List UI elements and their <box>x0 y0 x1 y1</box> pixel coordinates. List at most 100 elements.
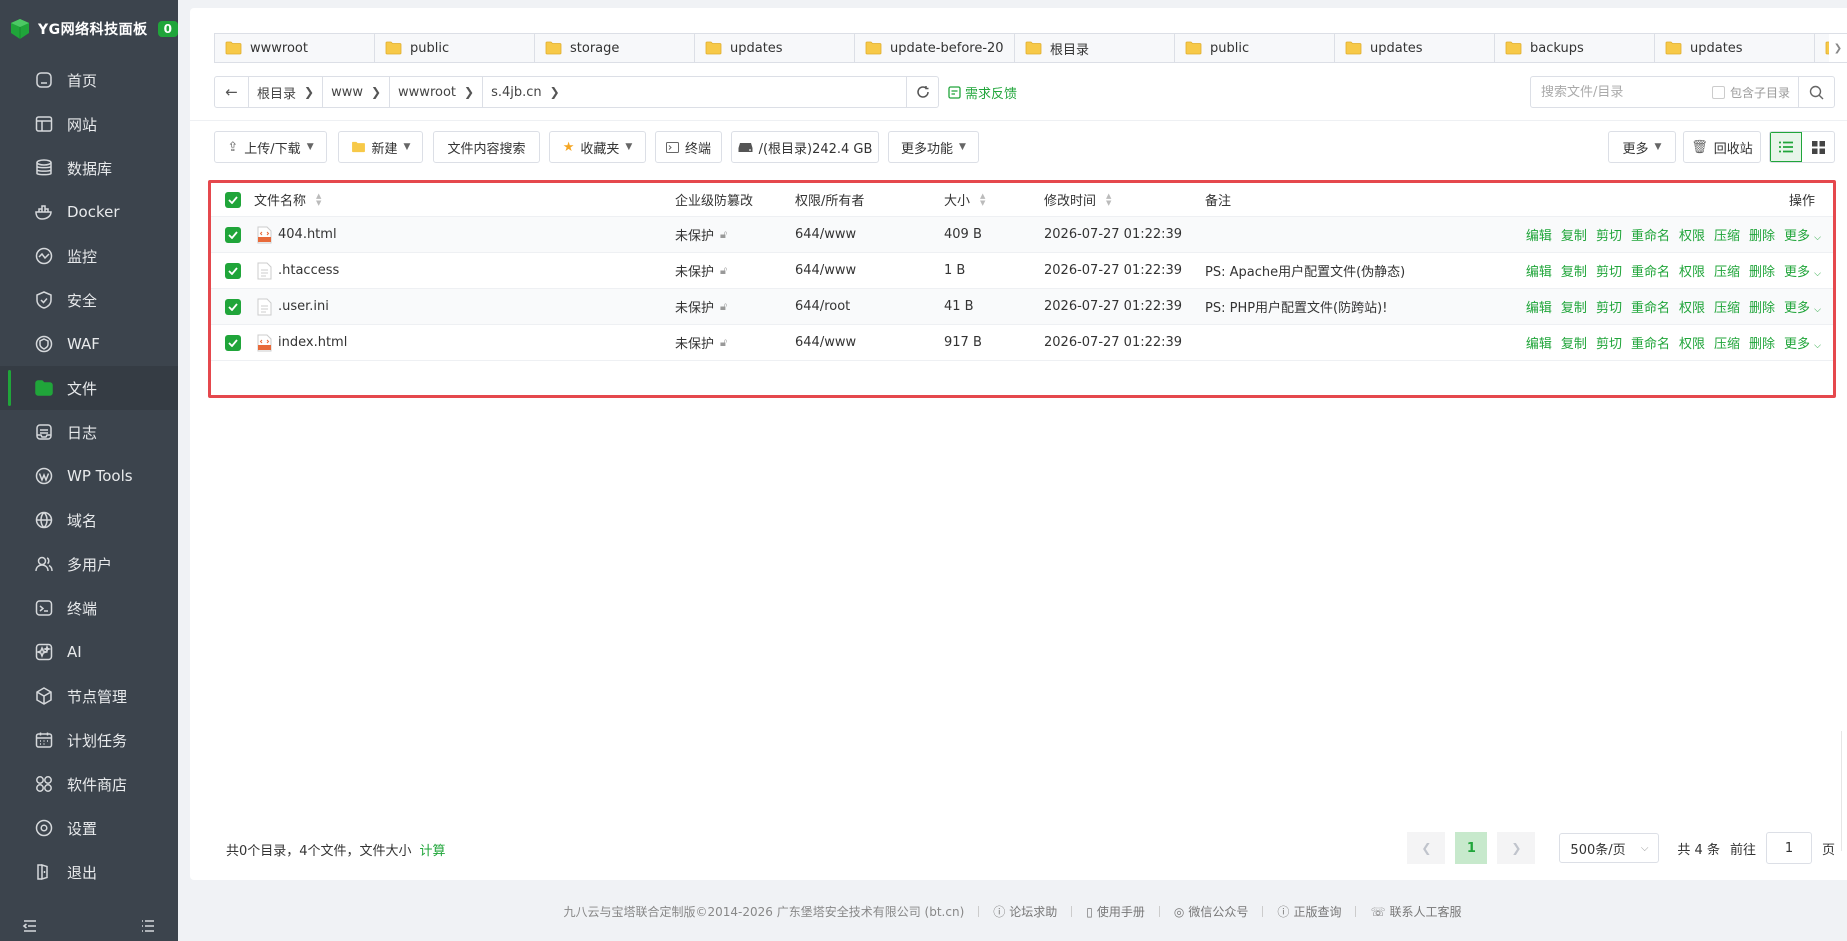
row-checkbox[interactable] <box>225 298 241 315</box>
folder-tab[interactable]: updates <box>695 34 855 62</box>
compress-link[interactable]: 压缩 <box>1714 333 1740 352</box>
sidebar-item-logout[interactable]: 退出 <box>0 850 178 894</box>
table-row[interactable]: index.html 未保护 🔓︎ 644/www 917 B 2026-07-2… <box>211 325 1833 361</box>
more-link[interactable]: 更多 ⌵ <box>1784 297 1821 316</box>
table-row[interactable]: .user.ini 未保护 🔓︎ 644/root 41 B 2026-07-27… <box>211 289 1833 325</box>
cut-link[interactable]: 剪切 <box>1596 333 1622 352</box>
protect-cell[interactable]: 未保护 🔓︎ <box>675 297 727 317</box>
breadcrumb-item[interactable]: wwwroot ❯ <box>390 77 484 107</box>
wechat-link[interactable]: ◎ 微信公众号 <box>1174 903 1249 920</box>
upload-download-button[interactable]: ⇪ 上传/下载 ▼ <box>214 131 327 163</box>
sidebar-item-monitor[interactable]: 监控 <box>0 234 178 278</box>
header-name[interactable]: 文件名称 ▲ ▼ <box>254 190 321 209</box>
permission-link[interactable]: 权限 <box>1679 261 1705 280</box>
sidebar-item-cron[interactable]: 计划任务 <box>0 718 178 762</box>
protect-cell[interactable]: 未保护 🔓︎ <box>675 261 727 281</box>
folder-tab[interactable]: updates <box>1335 34 1495 62</box>
perm-cell[interactable]: 644/www <box>795 263 856 278</box>
delete-link[interactable]: 删除 <box>1749 297 1775 316</box>
table-row[interactable]: .htaccess 未保护 🔓︎ 644/www 1 B 2026-07-27 0… <box>211 253 1833 289</box>
note-cell[interactable]: PS: Apache用户配置文件(伪静态) <box>1205 261 1405 280</box>
search-button[interactable] <box>1798 77 1834 107</box>
perm-cell[interactable]: 644/www <box>795 335 856 350</box>
cut-link[interactable]: 剪切 <box>1596 297 1622 316</box>
breadcrumb-item[interactable]: s.4jb.cn ❯ <box>483 77 568 107</box>
sidebar-item-logs[interactable]: 日志 <box>0 410 178 454</box>
checkbox-checked[interactable] <box>225 334 241 351</box>
file-name-cell[interactable]: index.html <box>257 334 347 352</box>
folder-tab[interactable]: 根目录 <box>1015 34 1175 62</box>
goto-page-input[interactable]: 1 <box>1765 832 1812 864</box>
rename-link[interactable]: 重命名 <box>1631 333 1670 352</box>
protect-cell[interactable]: 未保护 🔓︎ <box>675 225 727 245</box>
sidebar-item-settings[interactable]: 设置 <box>0 806 178 850</box>
license-check-link[interactable]: ⓘ 正版查询 <box>1277 903 1341 920</box>
sidebar-item-app-store[interactable]: 软件商店 <box>0 762 178 806</box>
forum-help-link[interactable]: ⓘ 论坛求助 <box>993 903 1057 920</box>
copy-link[interactable]: 复制 <box>1561 297 1587 316</box>
next-page-button[interactable]: ❯ <box>1497 832 1536 864</box>
search-input[interactable] <box>1531 84 1712 100</box>
more-link[interactable]: 更多 ⌵ <box>1784 333 1821 352</box>
file-name[interactable]: .user.ini <box>278 299 329 314</box>
rename-link[interactable]: 重命名 <box>1631 261 1670 280</box>
page-number-active[interactable]: 1 <box>1455 832 1488 864</box>
folder-tab[interactable]: public <box>375 34 535 62</box>
protect-cell[interactable]: 未保护 🔓︎ <box>675 333 727 353</box>
delete-link[interactable]: 删除 <box>1749 333 1775 352</box>
folder-tab[interactable]: storage <box>535 34 695 62</box>
sidebar-item-docker[interactable]: Docker <box>0 190 178 234</box>
edit-link[interactable]: 编辑 <box>1526 333 1552 352</box>
permission-link[interactable]: 权限 <box>1679 297 1705 316</box>
sidebar-item-multi-user[interactable]: 多用户 <box>0 542 178 586</box>
brand[interactable]: YG网络科技面板 0 <box>0 0 178 58</box>
checkbox-checked[interactable] <box>225 191 241 208</box>
file-name-cell[interactable]: .user.ini <box>257 298 329 316</box>
checkbox[interactable] <box>1711 85 1725 99</box>
sidebar-item-database[interactable]: 数据库 <box>0 146 178 190</box>
side-panel-edge[interactable] <box>1841 731 1847 851</box>
more-functions-button[interactable]: 更多功能 ▼ <box>888 131 979 163</box>
perm-cell[interactable]: 644/www <box>795 227 856 242</box>
feedback-link[interactable]: 需求反馈 <box>948 83 1017 102</box>
sidebar-item-files[interactable]: 文件 <box>0 366 178 410</box>
folder-tab[interactable]: backups <box>1495 34 1655 62</box>
checkbox-checked[interactable] <box>225 262 241 279</box>
checkbox-checked[interactable] <box>225 298 241 315</box>
edit-link[interactable]: 编辑 <box>1526 261 1552 280</box>
folder-tab[interactable]: wwwroot <box>215 34 375 62</box>
grid-view-button[interactable] <box>1802 132 1834 162</box>
support-link[interactable]: ☏ 联系人工客服 <box>1370 903 1461 920</box>
folder-tab[interactable]: update-before-20 <box>855 34 1015 62</box>
permission-link[interactable]: 权限 <box>1679 333 1705 352</box>
edit-link[interactable]: 编辑 <box>1526 297 1552 316</box>
sidebar-item-domain[interactable]: 域名 <box>0 498 178 542</box>
recycle-bin-button[interactable]: 🗑 回收站 <box>1683 131 1761 163</box>
refresh-button[interactable] <box>906 77 938 107</box>
tabs-scroll-right[interactable]: ❯ <box>1829 34 1847 62</box>
file-name-cell[interactable]: 404.html <box>257 226 337 244</box>
sidebar-item-website[interactable]: 网站 <box>0 102 178 146</box>
manual-link[interactable]: ▯ 使用手册 <box>1086 903 1145 920</box>
note-cell[interactable]: PS: PHP用户配置文件(防跨站)! <box>1205 297 1387 316</box>
back-button[interactable]: ← <box>215 77 249 107</box>
copy-link[interactable]: 复制 <box>1561 333 1587 352</box>
permission-link[interactable]: 权限 <box>1679 225 1705 244</box>
content-search-button[interactable]: 文件内容搜索 <box>433 131 540 163</box>
page-size-select[interactable]: 500条/页 ⌵ <box>1559 833 1660 863</box>
edit-link[interactable]: 编辑 <box>1526 225 1552 244</box>
favorites-button[interactable]: ★ 收藏夹 ▼ <box>549 131 646 163</box>
compress-link[interactable]: 压缩 <box>1714 297 1740 316</box>
collapse-sidebar-icon[interactable] <box>22 918 38 934</box>
row-checkbox[interactable] <box>225 262 241 279</box>
list-view-button[interactable] <box>1770 132 1802 162</box>
sidebar-item-node-manage[interactable]: 节点管理 <box>0 674 178 718</box>
copy-link[interactable]: 复制 <box>1561 225 1587 244</box>
new-button[interactable]: 新建 ▼ <box>338 131 423 163</box>
more-link[interactable]: 更多 ⌵ <box>1784 225 1821 244</box>
cut-link[interactable]: 剪切 <box>1596 225 1622 244</box>
checkbox-checked[interactable] <box>225 226 241 243</box>
compress-link[interactable]: 压缩 <box>1714 225 1740 244</box>
sidebar-item-ai[interactable]: AI <box>0 630 178 674</box>
row-checkbox[interactable] <box>225 334 241 351</box>
